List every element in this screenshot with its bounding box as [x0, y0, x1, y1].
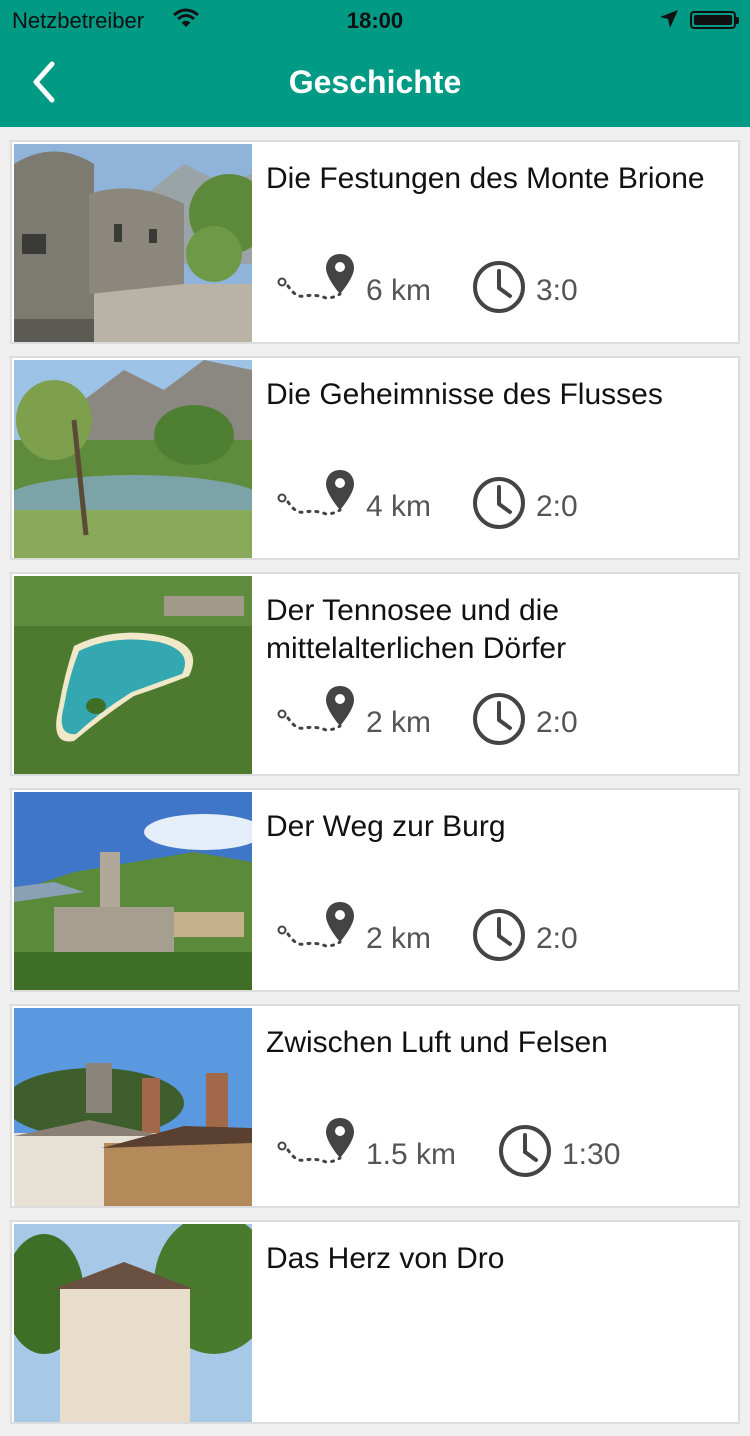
route-distance: 1.5 km [366, 1138, 457, 1171]
route-duration: 2:0 [536, 490, 578, 523]
app-header: Netzbetreiber 18:00 Geschichte [0, 0, 750, 127]
route-photo-village [14, 1224, 252, 1422]
page-title: Geschichte [288, 64, 462, 100]
battery-icon [690, 11, 739, 29]
route-list: Die Festungen des Monte Brione 6 km 3:0 [10, 140, 740, 1436]
route-icon [277, 470, 354, 516]
route-duration: 2:0 [536, 706, 578, 739]
clock-icon [473, 477, 525, 529]
route-title: Die Festungen des Monte Brione [266, 162, 705, 195]
route-icon [277, 1118, 354, 1164]
route-photo-fortress [14, 144, 252, 342]
route-duration: 2:0 [536, 922, 578, 955]
route-icon [277, 686, 354, 732]
route-photo-river [14, 360, 252, 558]
location-arrow-icon [658, 8, 680, 36]
route-distance: 4 km [366, 490, 432, 523]
route-icon [277, 254, 354, 300]
route-title: Das Herz von Dro [266, 1242, 505, 1275]
route-photo-palace [14, 1008, 252, 1206]
clock-time: 18:00 [346, 8, 404, 33]
route-icon [277, 902, 354, 948]
route-distance: 6 km [366, 274, 432, 307]
route-photo-lake [14, 576, 252, 774]
route-card[interactable]: Das Herz von Dro [10, 1220, 740, 1424]
route-card[interactable]: Der Tennosee und die mittelalterlichen D… [10, 572, 740, 776]
route-title: Der Tennosee und die mittelalterlichen D… [266, 594, 567, 665]
clock-icon [473, 693, 525, 745]
route-distance: 2 km [366, 706, 432, 739]
route-title: Die Geheimnisse des Flusses [266, 378, 663, 411]
route-card[interactable]: Zwischen Luft und Felsen 1.5 km 1:30 [10, 1004, 740, 1208]
clock-icon [473, 909, 525, 961]
status-bar: Netzbetreiber 18:00 [0, 0, 750, 40]
route-duration: 3:0 [536, 274, 578, 307]
clock-icon [499, 1125, 551, 1177]
route-card[interactable]: Die Festungen des Monte Brione 6 km 3:0 [10, 140, 740, 344]
route-duration: 1:30 [562, 1138, 621, 1171]
route-title: Der Weg zur Burg [266, 810, 506, 843]
route-photo-castle [14, 792, 252, 990]
route-card[interactable]: Der Weg zur Burg 2 km 2:0 [10, 788, 740, 992]
route-card[interactable]: Die Geheimnisse des Flusses 4 km 2:0 [10, 356, 740, 560]
route-title: Zwischen Luft und Felsen [266, 1026, 608, 1059]
route-distance: 2 km [366, 922, 432, 955]
clock-icon [473, 261, 525, 313]
